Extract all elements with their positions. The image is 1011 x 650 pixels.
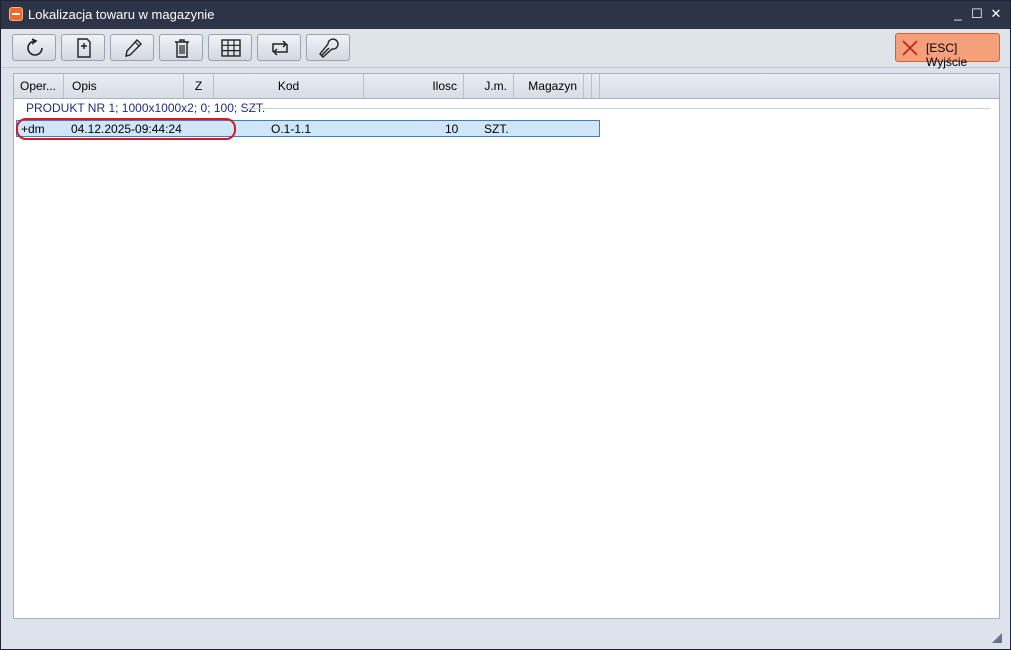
swap-arrows-icon [272,40,288,56]
cell-kod: O.1-1.1 [271,122,312,136]
edit-button[interactable] [110,34,154,61]
close-x-icon [902,40,918,56]
column-header-spacer [584,74,592,98]
column-header-oper[interactable]: Oper... [14,74,64,98]
status-bar [1,625,1010,649]
column-header-magazyn[interactable]: Magazyn [514,74,584,98]
maximize-button[interactable]: ☐ [968,5,986,23]
grid-table-icon [221,39,241,57]
swap-button[interactable] [257,34,301,61]
column-header-kod[interactable]: Kod [214,74,364,98]
exit-button-label: [ESC] Wyjście [926,41,968,69]
column-header-ilosc[interactable]: Ilosc [364,74,464,98]
column-header-z[interactable]: Z [184,74,214,98]
edit-pencil-icon [125,38,142,57]
column-header-opis[interactable]: Opis [64,74,184,98]
app-logo-icon [9,7,23,21]
minimize-button[interactable]: _ [949,5,967,23]
refresh-button[interactable] [12,34,56,61]
window: Lokalizacja towaru w magazynie _ ☐ ✕ [ES… [0,0,1011,650]
column-header-spacer [592,74,600,98]
delete-trash-icon [175,39,189,58]
grid-header: Oper... Opis Z Kod Ilosc J.m. Magazyn [14,74,999,99]
settings-button[interactable] [306,34,350,61]
group-divider [246,108,990,109]
resize-grip-icon[interactable] [992,633,1002,643]
refresh-icon [27,38,43,56]
annotation-highlight [16,118,236,140]
column-header-jm[interactable]: J.m. [464,74,514,98]
delete-button[interactable] [159,34,203,61]
grid-button[interactable] [208,34,252,61]
exit-button[interactable]: [ESC] Wyjście [895,33,1000,69]
data-grid[interactable]: Oper... Opis Z Kod Ilosc J.m. Magazyn PR… [13,73,1000,619]
toolbar: [ESC] Wyjście [1,29,1010,69]
window-title: Lokalizacja towaru w magazynie [28,7,215,22]
new-button[interactable] [61,34,105,61]
cell-ilosc: 10 [445,122,459,136]
new-document-icon [77,38,91,58]
close-button[interactable]: ✕ [987,5,1005,23]
wrench-settings-icon [319,38,339,58]
group-label[interactable]: PRODUKT NR 1; 1000x1000x2; 0; 100; SZT. [26,101,265,115]
cell-jm: SZT. [484,122,509,136]
title-bar[interactable]: Lokalizacja towaru w magazynie _ ☐ ✕ [1,1,1010,29]
